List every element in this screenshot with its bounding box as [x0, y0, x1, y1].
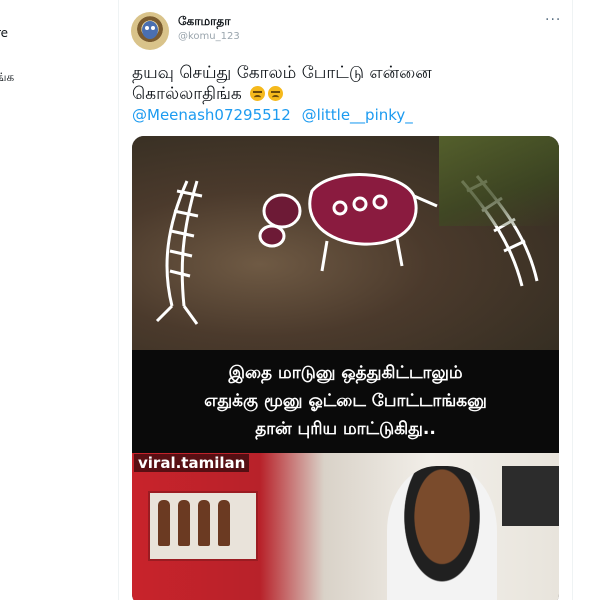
avatar[interactable]	[131, 12, 169, 50]
mention-link[interactable]: @little__pinky_	[302, 106, 413, 124]
author-handle[interactable]: @komu_123	[178, 31, 240, 42]
bottle-icon	[198, 500, 210, 546]
tweet-card[interactable]: கோமாதா @komu_123 ··· தயவு செய்து கோலம் ப…	[119, 0, 572, 600]
bottle-icon	[218, 500, 230, 546]
tweet-text-line: கொல்லாதிங்க	[132, 84, 552, 105]
mentions: @Meenash07295512 @little__pinky_	[132, 106, 419, 124]
meme-caption-panel: இதை மாடுனு ஒத்துகிட்டாலும் எதுக்கு மூனு …	[132, 350, 559, 453]
cow-kolam	[308, 173, 438, 272]
meme-caption-line: எதுக்கு மூனு ஓட்டை போட்டாங்கனு	[204, 391, 487, 411]
meme-caption-line: தான் புரிய மாட்டுகிது..	[255, 419, 436, 439]
tweet-media-image[interactable]: இதை மாடுனு ஒத்துகிட்டாலும் எதுக்கு மூனு …	[132, 136, 559, 600]
avatar-eye-icon	[145, 26, 149, 30]
left-sidebar-item[interactable]: ங்க	[0, 70, 14, 86]
meme-watermark: viral.tamilan	[134, 454, 250, 472]
mention-link[interactable]: @Meenash07295512	[132, 106, 291, 124]
more-options-icon[interactable]: ···	[545, 12, 561, 28]
bottle-icon	[178, 500, 190, 546]
small-creature-kolam	[258, 193, 302, 248]
grass-patch	[439, 136, 559, 226]
shop-signboard	[502, 466, 559, 526]
tweet-text-line: தயவு செய்து கோலம் போட்டு என்னை	[132, 63, 432, 83]
tweet-text-fragment: கொல்லாதிங்க	[132, 84, 242, 104]
column-divider	[572, 0, 573, 600]
left-sidebar: re ங்க	[0, 0, 118, 600]
author-name[interactable]: கோமாதா	[178, 14, 230, 30]
tweet-text: தயவு செய்து கோலம் போட்டு என்னை கொல்லாதிங…	[132, 63, 552, 105]
persevering-face-icon	[250, 86, 266, 101]
avatar-eye-icon	[151, 26, 155, 30]
meme-caption-line: இதை மாடுனு ஒத்துகிட்டாலும்	[228, 363, 463, 383]
left-sidebar-item[interactable]: re	[0, 26, 8, 40]
persevering-face-icon	[268, 86, 284, 101]
fish-kolam-left	[155, 180, 203, 325]
avatar-face-icon	[142, 21, 158, 39]
bottle-icon	[158, 500, 170, 546]
crying-man-figure	[387, 466, 497, 600]
kolam-photo	[132, 136, 559, 350]
